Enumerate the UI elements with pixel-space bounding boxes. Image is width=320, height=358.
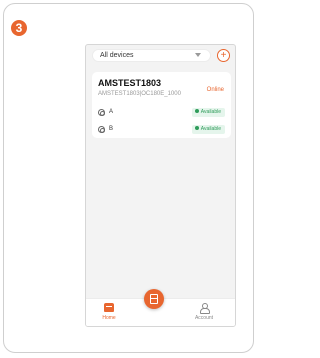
nav-home-label: Home: [102, 315, 116, 321]
slot-row[interactable]: A Available: [98, 108, 225, 118]
home-icon: [104, 303, 114, 312]
device-filter-select[interactable]: All devices: [92, 49, 211, 62]
status-badge-text: Available: [200, 109, 221, 115]
top-bar: All devices +: [92, 49, 231, 63]
device-card[interactable]: AMSTEST1803 AMSTEST1803|OC180E_1000 Onli…: [92, 72, 231, 138]
add-device-button[interactable]: +: [217, 49, 230, 62]
slot-label: B: [109, 126, 114, 132]
device-name: AMSTEST1803: [98, 78, 162, 88]
account-icon: [199, 303, 210, 314]
plus-icon: +: [220, 50, 227, 61]
nav-account[interactable]: Account: [189, 303, 219, 321]
illustration-card: 3 All devices + AMSTEST1803 AMSTEST1803|…: [3, 3, 254, 353]
device-icon: [150, 294, 158, 304]
nav-home[interactable]: Home: [94, 303, 124, 321]
nav-account-label: Account: [194, 315, 214, 321]
status-badge: Available: [191, 125, 225, 134]
device-model: AMSTEST1803|OC180E_1000: [98, 91, 181, 97]
device-status: Online: [206, 87, 224, 93]
slot-row[interactable]: B Available: [98, 125, 225, 135]
phone-screen: All devices + AMSTEST1803 AMSTEST1803|OC…: [85, 44, 236, 327]
spool-icon: [98, 109, 105, 116]
slot-label: A: [109, 109, 114, 115]
status-badge: Available: [191, 108, 225, 117]
device-filter-value: All devices: [100, 52, 134, 59]
chevron-down-icon: [195, 53, 201, 57]
step-number-badge: 3: [11, 20, 27, 36]
status-dot-icon: [194, 125, 199, 130]
status-dot-icon: [194, 108, 199, 113]
spool-icon: [98, 126, 105, 133]
center-device-button[interactable]: [144, 289, 164, 309]
status-badge-text: Available: [200, 126, 221, 132]
